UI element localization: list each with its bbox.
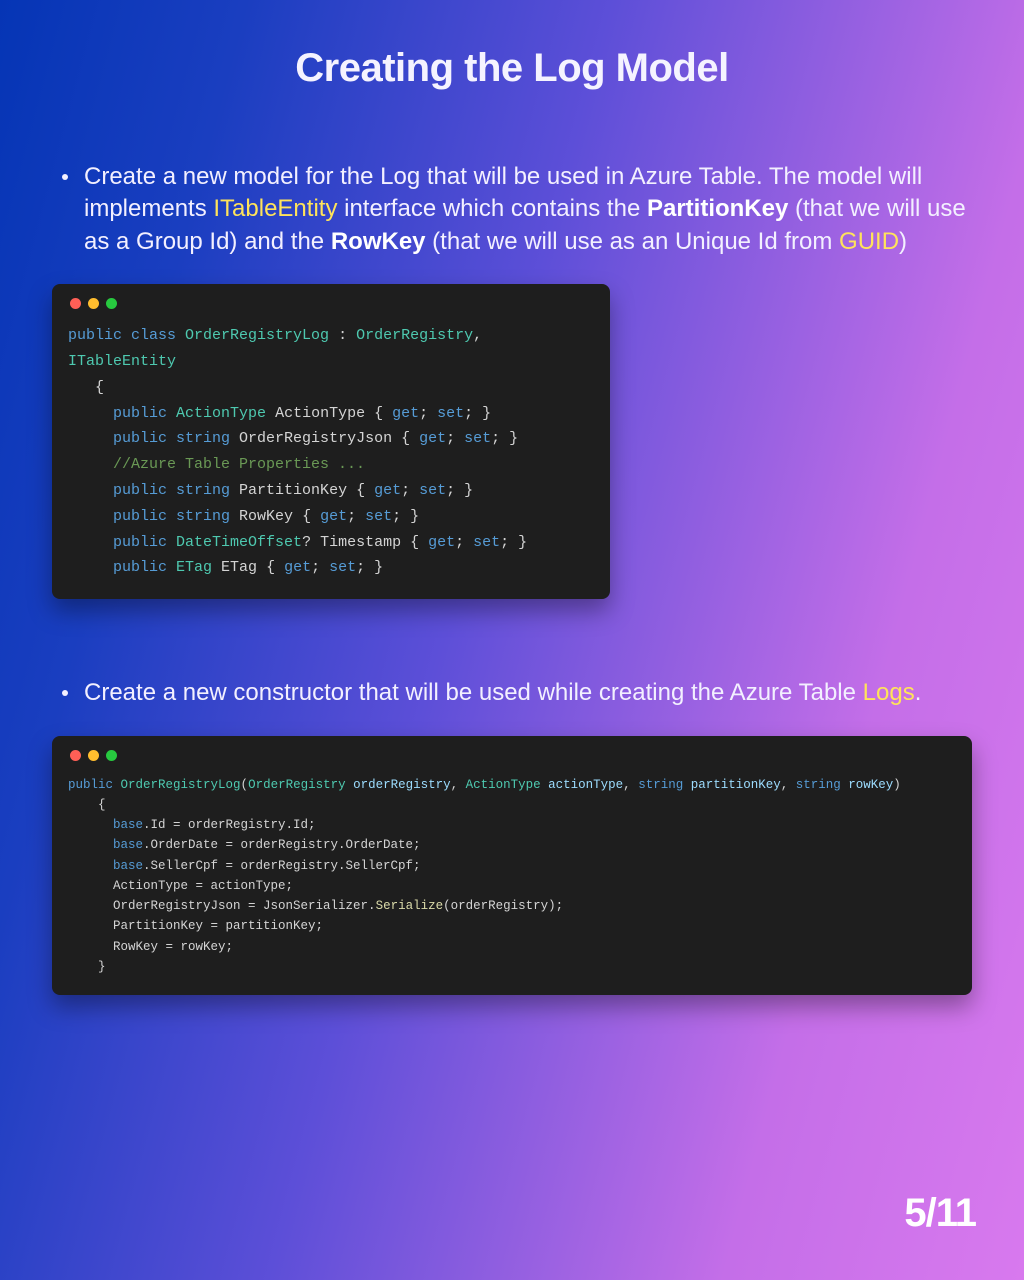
bullet1-partitionkey: PartitionKey bbox=[647, 195, 788, 222]
code-block-2: public OrderRegistryLog(OrderRegistry or… bbox=[52, 736, 972, 996]
bullet-item-1: Create a new model for the Log that will… bbox=[52, 161, 972, 258]
bullet1-text3: interface which contains the bbox=[337, 195, 647, 222]
bullet1-guid: GUID bbox=[839, 228, 899, 255]
code-1: public class OrderRegistryLog : OrderReg… bbox=[68, 323, 594, 581]
page-number: 5/11 bbox=[904, 1191, 976, 1236]
content-area: Create a new model for the Log that will… bbox=[0, 91, 1024, 995]
code-block-1: public class OrderRegistryLog : OrderReg… bbox=[52, 284, 610, 599]
window-controls bbox=[68, 750, 956, 761]
page-title: Creating the Log Model bbox=[0, 0, 1024, 91]
maximize-icon bbox=[106, 298, 117, 309]
bullet2-text1: Create a new constructor that will be us… bbox=[84, 679, 863, 706]
bullet1-text7: (that we will use as an Unique Id from bbox=[426, 228, 840, 255]
bullet2-logs: Logs bbox=[863, 679, 915, 706]
bullet2-text3: . bbox=[915, 679, 922, 706]
close-icon bbox=[70, 750, 81, 761]
window-controls bbox=[68, 298, 594, 309]
minimize-icon bbox=[88, 298, 99, 309]
bullet1-text9: ) bbox=[899, 228, 907, 255]
code-2: public OrderRegistryLog(OrderRegistry or… bbox=[68, 775, 956, 978]
close-icon bbox=[70, 298, 81, 309]
maximize-icon bbox=[106, 750, 117, 761]
bullet1-itableentity: ITableEntity bbox=[213, 195, 337, 222]
bullet-item-2: Create a new constructor that will be us… bbox=[52, 677, 972, 709]
minimize-icon bbox=[88, 750, 99, 761]
bullet1-rowkey: RowKey bbox=[331, 228, 426, 255]
